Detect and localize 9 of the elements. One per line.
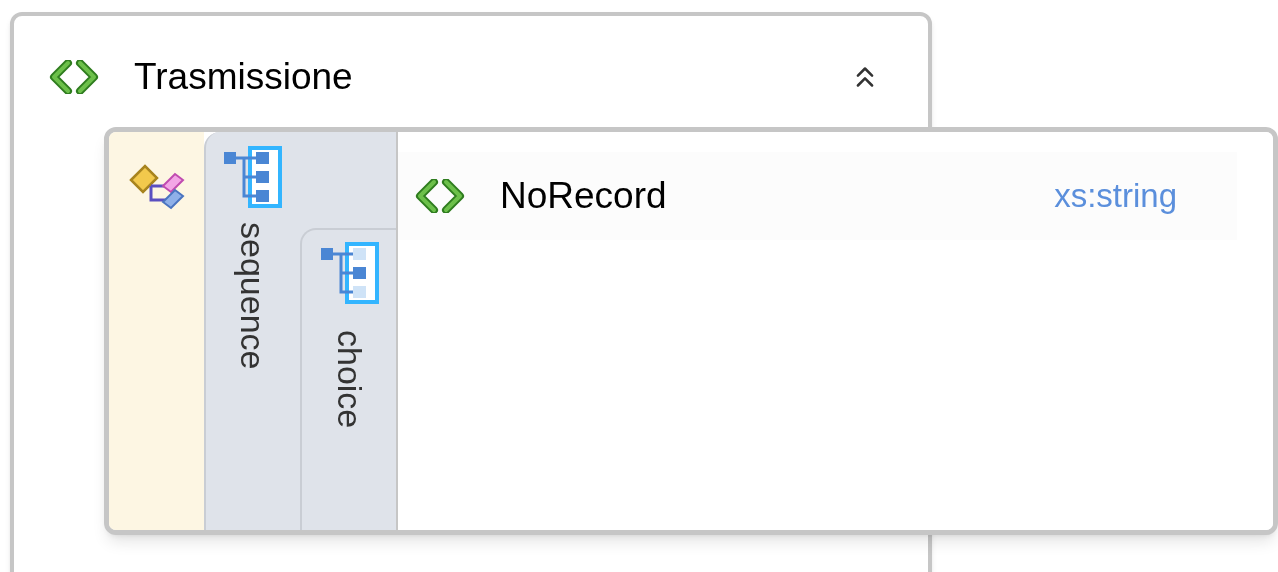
choice-label: choice: [333, 330, 367, 429]
element-type: xs:string: [1054, 176, 1177, 217]
angle-brackets-icon: [48, 60, 100, 94]
tree-structure-icon: [319, 242, 381, 304]
sequence-label: sequence: [236, 222, 270, 370]
element-name: Trasmissione: [134, 55, 353, 100]
angle-brackets-icon: [414, 179, 466, 213]
element-name: NoRecord: [500, 174, 667, 219]
tree-structure-icon: [222, 146, 284, 208]
